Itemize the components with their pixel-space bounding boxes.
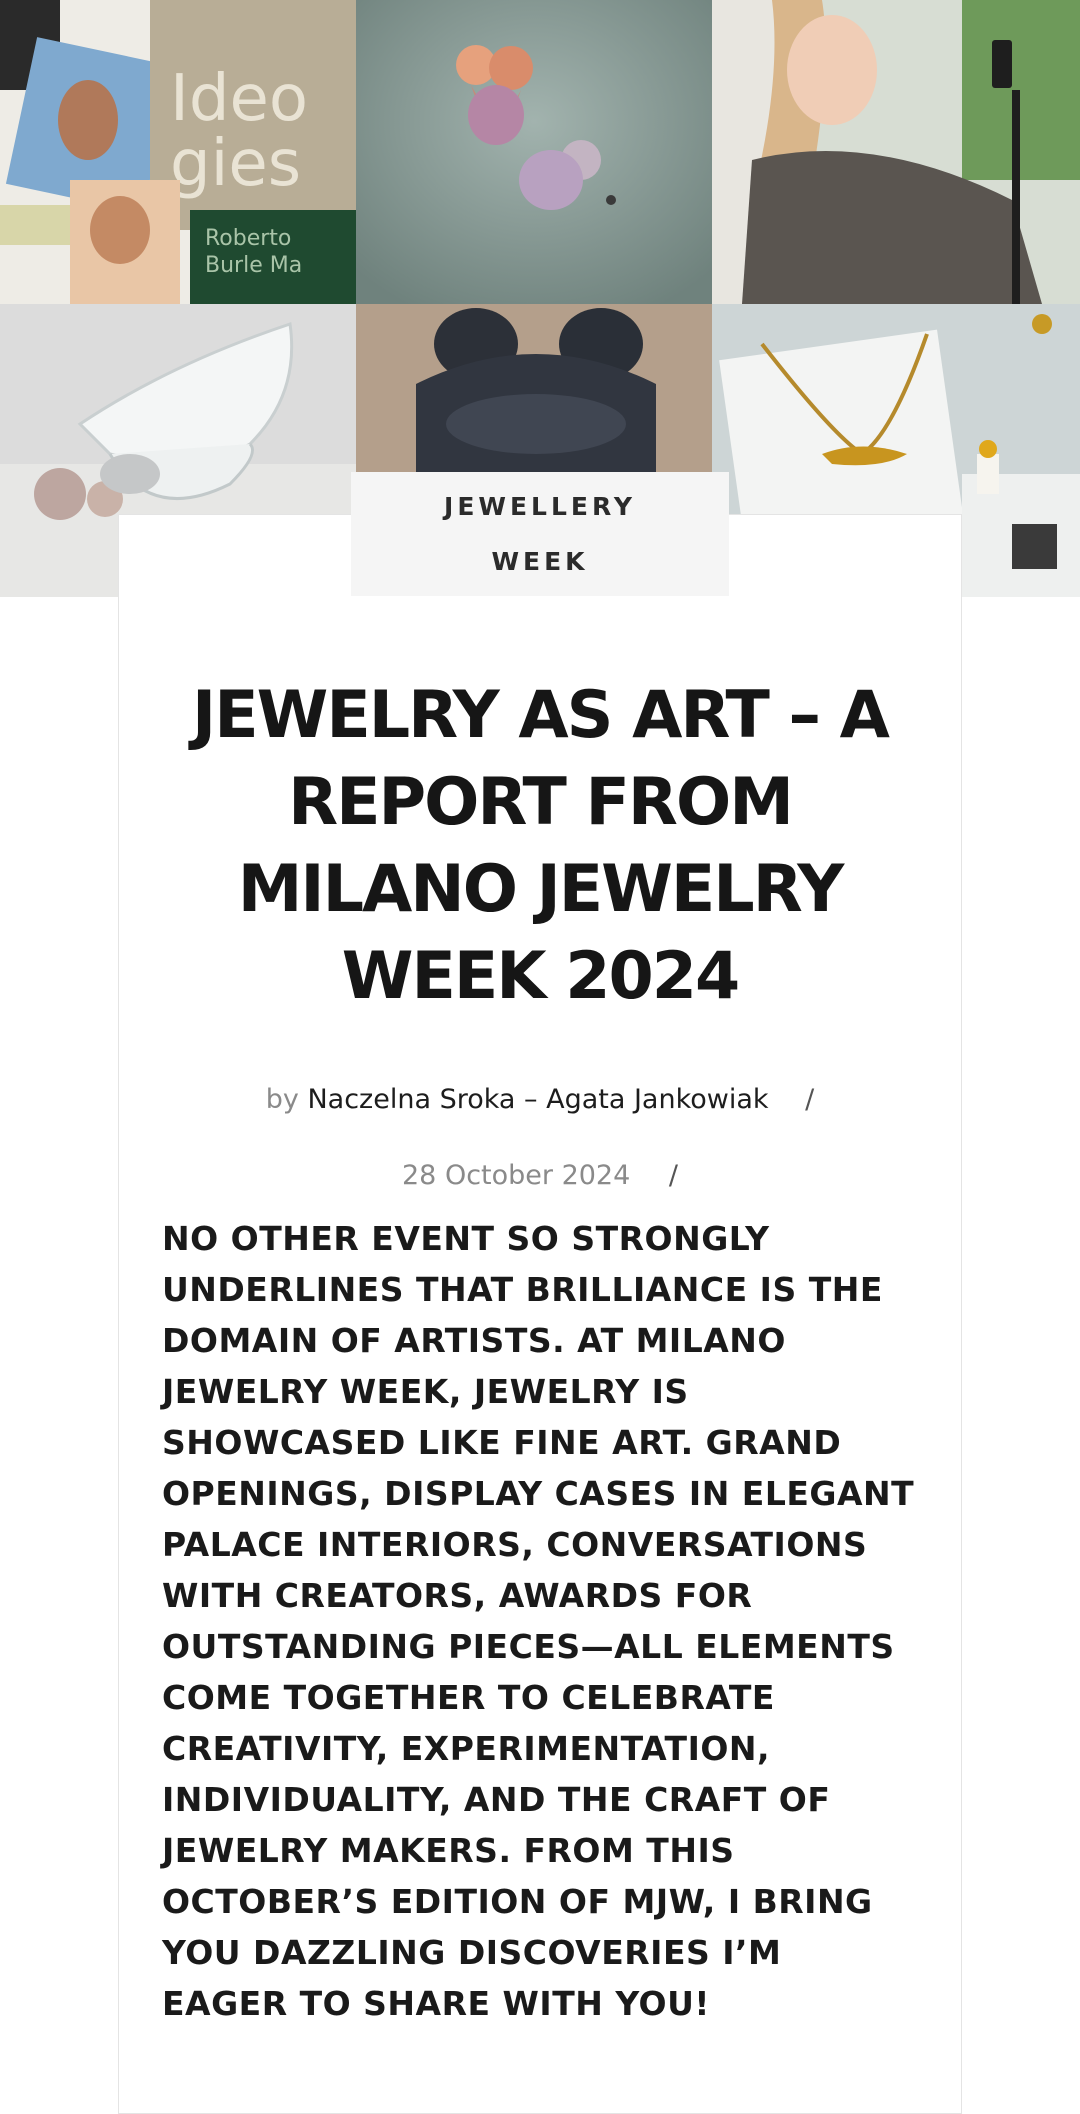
svg-text:gies: gies — [170, 127, 301, 201]
article-title: JEWELRY AS ART – A REPORT FROM MILANO JE… — [192, 678, 890, 1014]
dateline: 28 October 2024 / — [150, 1156, 930, 1196]
publish-date: 28 October 2024 — [402, 1160, 631, 1191]
author-link[interactable]: Naczelna Sroka – Agata Jankowiak — [307, 1084, 768, 1115]
byline-separator: / — [805, 1084, 815, 1115]
ideologies-text: Ideo — [170, 62, 308, 136]
svg-text:Roberto: Roberto — [205, 226, 291, 251]
hero-image-magazine-collage: Ideo gies Roberto Burle Ma — [0, 0, 356, 304]
hero-image-rose-gold-earrings — [356, 0, 712, 304]
category-label[interactable]: JEWELLERY WEEK — [430, 479, 650, 589]
article-lead: No other event so strongly underlines th… — [162, 1219, 915, 2023]
date-separator: / — [668, 1160, 678, 1191]
category-tag[interactable]: JEWELLERY WEEK — [351, 472, 729, 596]
byline-prefix: by — [265, 1084, 299, 1115]
svg-text:Burle Ma: Burle Ma — [205, 253, 302, 278]
hero-image-woman-photographing — [712, 0, 1080, 304]
byline: by Naczelna Sroka – Agata Jankowiak / — [150, 1080, 930, 1120]
